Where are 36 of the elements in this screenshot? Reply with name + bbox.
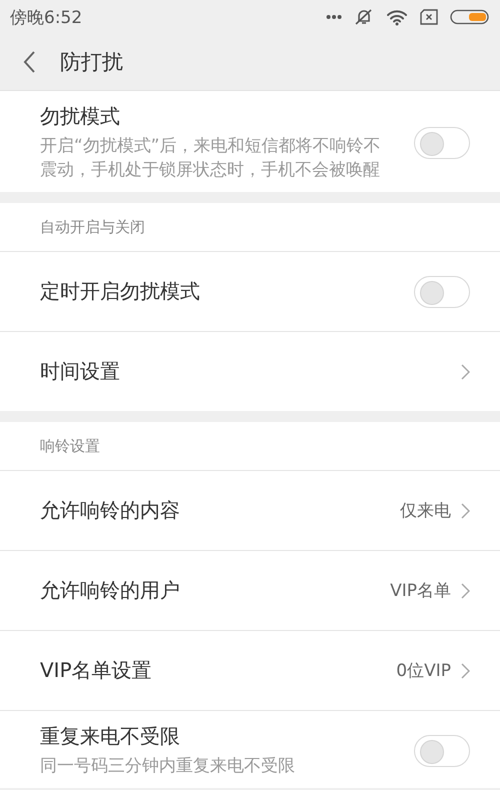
no-sim-icon xyxy=(420,9,438,25)
wifi-icon xyxy=(386,8,408,26)
chevron-icon xyxy=(461,502,470,518)
chevron-icon xyxy=(461,662,470,678)
toggle-row[interactable]: 勿扰模式 开启“勿扰模式”后，来电和短信都将不响铃不震动，手机处于锁屏状态时，手机不会被唤醒 xyxy=(0,91,500,192)
setting-label: VIP名单设置 xyxy=(40,657,152,684)
settings-row[interactable]: 允许响铃的用户 VIP名单 xyxy=(0,550,500,630)
status-time: 傍晚6:52 xyxy=(10,6,82,28)
page-title: 防打扰 xyxy=(60,49,123,76)
toggle-row[interactable]: 定时开启勿扰模式 xyxy=(0,251,500,331)
settings-row[interactable]: 允许响铃的内容 仅来电 xyxy=(0,470,500,550)
toggle-row[interactable]: 重复来电不受限 同一号码三分钟内重复来电不受限 xyxy=(0,710,500,788)
settings-row[interactable]: VIP名单设置 0位VIP xyxy=(0,630,500,710)
toggle-switch[interactable] xyxy=(414,126,470,158)
setting-value: VIP名单 xyxy=(390,580,451,602)
setting-label: 定时开启勿扰模式 xyxy=(40,278,200,305)
setting-label: 勿扰模式 xyxy=(40,103,121,130)
back-icon[interactable] xyxy=(22,50,36,74)
chevron-icon xyxy=(461,364,470,380)
battery-icon xyxy=(450,9,490,25)
setting-label: 时间设置 xyxy=(40,358,120,385)
toggle-switch[interactable] xyxy=(414,734,470,766)
setting-label: 允许响铃的用户 xyxy=(40,577,180,604)
setting-description: 同一号码三分钟内重复来电不受限 xyxy=(40,755,296,778)
settings-row[interactable]: 时间设置 xyxy=(0,331,500,411)
setting-label: 重复来电不受限 xyxy=(40,723,181,750)
setting-description: 开启“勿扰模式”后，来电和短信都将不响铃不震动，手机处于锁屏状态时，手机不会被唤醒 xyxy=(40,135,382,182)
more-icon xyxy=(326,14,342,20)
setting-value: 仅来电 xyxy=(400,500,451,522)
chevron-icon xyxy=(461,582,470,598)
toggle-switch[interactable] xyxy=(414,276,470,308)
muted-bell-icon xyxy=(354,8,374,26)
section-title: 响铃设置 xyxy=(40,436,100,456)
setting-label: 允许响铃的内容 xyxy=(40,497,180,524)
setting-value: 0位VIP xyxy=(396,660,451,682)
section-title: 自动开启与关闭 xyxy=(40,218,145,236)
